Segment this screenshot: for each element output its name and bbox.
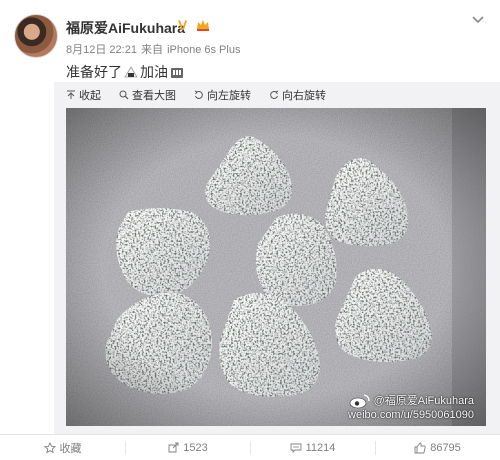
verified-badge-icon[interactable]: V — [178, 17, 192, 33]
comment-button[interactable]: 11214 — [250, 435, 375, 460]
fighting-emoji-icon — [171, 67, 183, 78]
post-text-before: 准备好了 — [66, 64, 122, 80]
member-crown-icon[interactable] — [196, 19, 210, 31]
source-prefix: 来自 — [141, 44, 163, 56]
username[interactable]: 福原爱AiFukuhara — [66, 18, 185, 38]
post-photo[interactable]: @福原爱AiFukuhara weibo.com/u/5950061090 — [66, 108, 486, 426]
repost-count: 1523 — [183, 441, 208, 454]
rotate-right-label: 向右旋转 — [282, 90, 326, 102]
weibo-logo-icon — [349, 394, 370, 409]
rotate-right-button[interactable]: 向右旋转 — [269, 87, 326, 103]
comment-icon — [290, 443, 302, 453]
rice-ball-emoji-icon — [124, 66, 138, 78]
collapse-icon — [67, 90, 75, 99]
watermark-url: weibo.com/u/5950061090 — [348, 409, 474, 421]
post-text-after: 加油 — [140, 64, 168, 80]
view-large-button[interactable]: 查看大图 — [119, 87, 176, 103]
chevron-down-icon[interactable] — [470, 14, 486, 26]
post-meta: 8月12日 22:21 来自 iPhone 6s Plus — [66, 41, 240, 57]
thumbs-up-icon — [414, 442, 426, 453]
favorite-label: 收藏 — [59, 442, 82, 455]
watermark-handle: @福原爱AiFukuhara — [373, 394, 474, 407]
post-text: 准备好了 加油 — [66, 62, 184, 82]
collapse-button[interactable]: 收起 — [66, 87, 101, 103]
post-date[interactable]: 8月12日 22:21 — [66, 44, 137, 56]
magnifier-icon — [119, 90, 129, 100]
avatar[interactable] — [14, 14, 58, 58]
repost-button[interactable]: 1523 — [125, 435, 250, 460]
action-bar: 收藏 1523 11214 86795 — [0, 434, 500, 460]
star-icon — [43, 441, 56, 453]
like-count: 86795 — [430, 441, 461, 454]
view-large-label: 查看大图 — [132, 90, 176, 102]
media-toolbar: 收起 查看大图 向左旋转 向右旋转 — [66, 87, 344, 103]
comment-count: 11214 — [305, 441, 336, 454]
like-button[interactable]: 86795 — [375, 435, 500, 460]
rotate-left-button[interactable]: 向左旋转 — [194, 87, 251, 103]
post-source[interactable]: iPhone 6s Plus — [167, 44, 240, 56]
rotate-left-label: 向左旋转 — [207, 90, 251, 102]
rotate-left-icon — [194, 90, 203, 99]
repost-icon — [168, 442, 179, 452]
favorite-button[interactable]: 收藏 — [0, 435, 125, 460]
collapse-label: 收起 — [79, 90, 101, 102]
rice-balls-photo — [66, 108, 486, 426]
rotate-right-icon — [270, 90, 279, 99]
photo-watermark: @福原爱AiFukuhara weibo.com/u/5950061090 — [348, 393, 474, 422]
